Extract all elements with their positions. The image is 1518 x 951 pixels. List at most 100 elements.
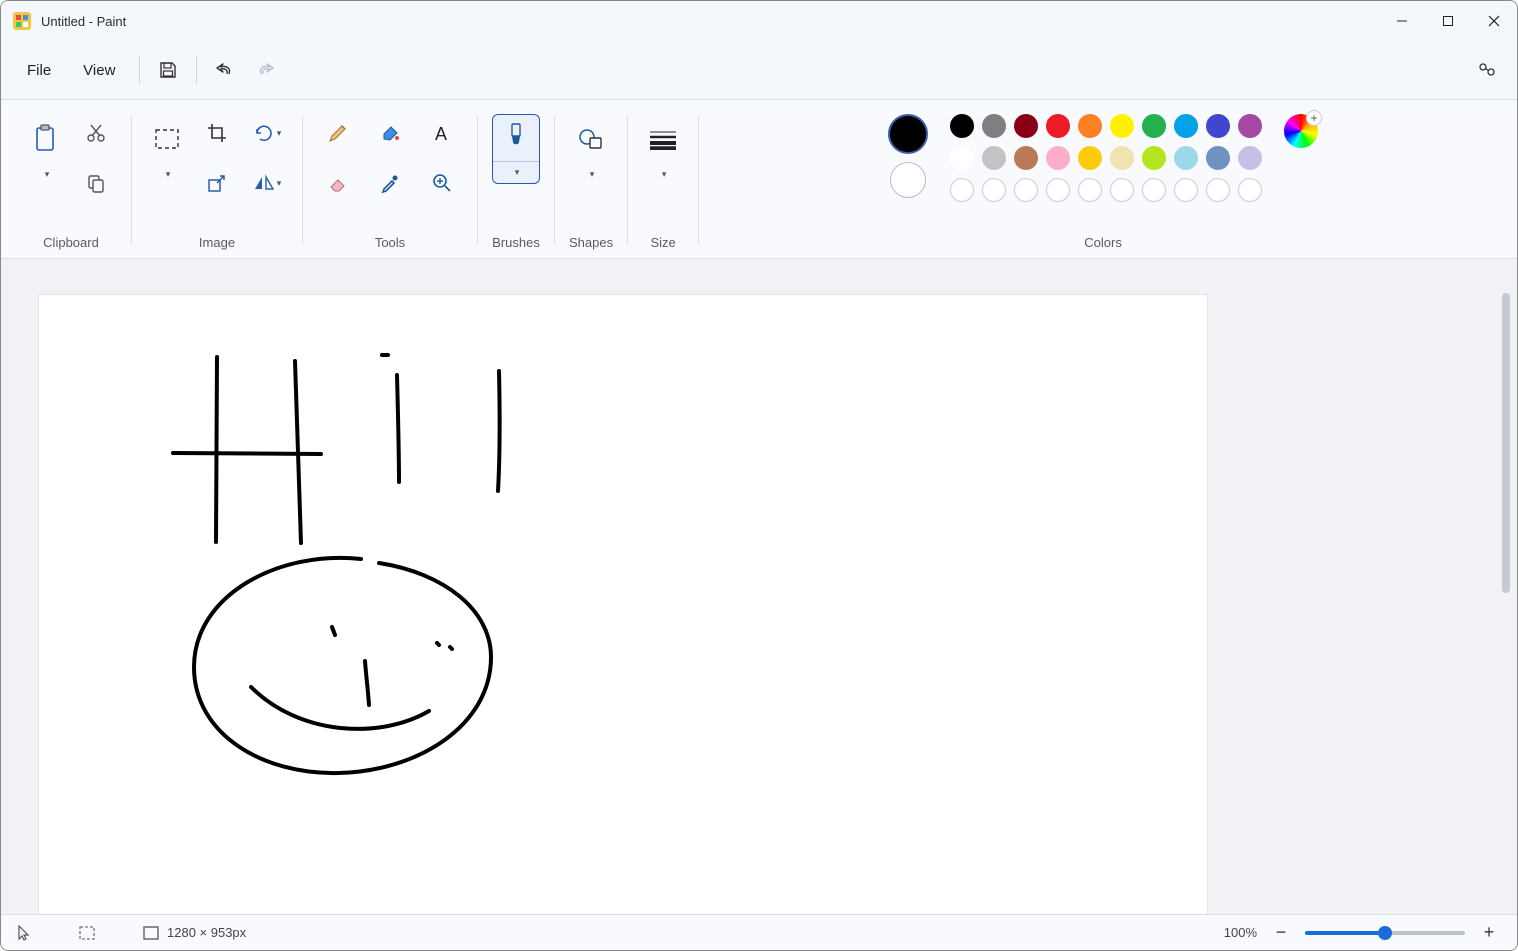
brushes-dropdown[interactable]: ▾ <box>493 161 539 183</box>
custom-color-slot[interactable] <box>1078 178 1102 202</box>
paint-app-icon <box>13 12 31 30</box>
undo-button[interactable] <box>205 50 245 90</box>
color-swatch[interactable] <box>1014 146 1038 170</box>
paste-dropdown[interactable]: ▾ <box>25 164 67 184</box>
color-swatch[interactable] <box>1142 114 1166 138</box>
group-label-image: Image <box>199 235 235 250</box>
color-swatch[interactable] <box>982 146 1006 170</box>
rotate-button[interactable]: ▾ <box>246 114 288 152</box>
menu-file[interactable]: File <box>11 54 67 87</box>
eraser-tool[interactable] <box>317 164 359 202</box>
select-dropdown[interactable]: ▾ <box>146 164 188 184</box>
custom-color-slot[interactable] <box>1046 178 1070 202</box>
custom-color-slot[interactable] <box>982 178 1006 202</box>
text-tool[interactable]: A <box>421 114 463 152</box>
paste-button[interactable] <box>25 114 67 164</box>
scrollbar-thumb[interactable] <box>1502 293 1510 593</box>
color-1[interactable] <box>888 114 928 154</box>
ribbon: ▾ Clipboard <box>1 99 1517 259</box>
color-swatch[interactable] <box>1142 146 1166 170</box>
zoom-in-button[interactable]: + <box>1477 921 1501 945</box>
vertical-scrollbar[interactable] <box>1499 263 1513 904</box>
canvas-size-label: 1280 × 953px <box>167 925 246 940</box>
maximize-button[interactable] <box>1425 1 1471 41</box>
size-dropdown[interactable]: ▾ <box>642 164 684 184</box>
minimize-button[interactable] <box>1379 1 1425 41</box>
redo-button[interactable] <box>245 50 285 90</box>
custom-color-slot[interactable] <box>1238 178 1262 202</box>
custom-color-slot[interactable] <box>1142 178 1166 202</box>
fill-tool[interactable] <box>369 114 411 152</box>
color-swatch[interactable] <box>1174 146 1198 170</box>
color-swatch[interactable] <box>1174 114 1198 138</box>
shapes-button[interactable] <box>570 114 612 164</box>
group-colors: Colors <box>703 110 1503 250</box>
color-palette <box>950 114 1262 202</box>
group-tools: A Tools <box>307 110 473 250</box>
menu-view[interactable]: View <box>67 54 131 87</box>
color-swatch[interactable] <box>1206 146 1230 170</box>
crop-button[interactable] <box>196 114 238 152</box>
cut-button[interactable] <box>75 114 117 152</box>
selection-size <box>79 926 103 940</box>
resize-button[interactable] <box>196 164 238 202</box>
menubar: File View <box>1 41 1517 99</box>
custom-color-slot[interactable] <box>1110 178 1134 202</box>
share-button[interactable] <box>1467 50 1507 90</box>
separator <box>139 56 140 84</box>
zoom-slider[interactable] <box>1305 931 1465 935</box>
group-label-brushes: Brushes <box>492 235 540 250</box>
custom-color-slot[interactable] <box>1014 178 1038 202</box>
group-size: ▾ Size <box>632 110 694 250</box>
select-button[interactable] <box>146 114 188 164</box>
color-2[interactable] <box>890 162 926 198</box>
color-swatch[interactable] <box>1078 146 1102 170</box>
edit-colors-button[interactable] <box>1284 114 1318 148</box>
color-swatch[interactable] <box>950 146 974 170</box>
group-label-colors: Colors <box>1084 235 1122 250</box>
group-shapes: ▾ Shapes <box>559 110 623 250</box>
drawing-content <box>39 295 1207 914</box>
cursor-position <box>17 925 39 941</box>
canvas-size-icon <box>143 926 159 940</box>
color-swatch[interactable] <box>950 114 974 138</box>
canvas-area <box>1 259 1517 914</box>
window-title: Untitled - Paint <box>41 14 126 29</box>
size-button[interactable] <box>642 114 684 164</box>
group-brushes: ▾ Brushes <box>482 110 550 250</box>
group-label-size: Size <box>650 235 675 250</box>
color-swatch[interactable] <box>1046 114 1070 138</box>
group-label-clipboard: Clipboard <box>43 235 99 250</box>
zoom-out-button[interactable]: − <box>1269 921 1293 945</box>
canvas[interactable] <box>39 295 1207 914</box>
close-button[interactable] <box>1471 1 1517 41</box>
color-swatch[interactable] <box>1014 114 1038 138</box>
custom-color-slot[interactable] <box>1206 178 1230 202</box>
canvas-size: 1280 × 953px <box>143 925 246 940</box>
window-controls <box>1379 1 1517 41</box>
zoom-control: 100% − + <box>1224 921 1501 945</box>
color-swatch[interactable] <box>1238 146 1262 170</box>
zoom-label: 100% <box>1224 925 1257 940</box>
separator <box>196 56 197 84</box>
color-swatch[interactable] <box>1078 114 1102 138</box>
color-swatch[interactable] <box>1238 114 1262 138</box>
flip-button[interactable]: ▾ <box>246 164 288 202</box>
color-swatch[interactable] <box>1110 146 1134 170</box>
statusbar: 1280 × 953px 100% − + <box>1 914 1517 950</box>
group-label-tools: Tools <box>375 235 405 250</box>
copy-button[interactable] <box>75 164 117 202</box>
group-clipboard: ▾ Clipboard <box>15 110 127 250</box>
shapes-dropdown[interactable]: ▾ <box>570 164 612 184</box>
color-swatch[interactable] <box>1046 146 1070 170</box>
save-button[interactable] <box>148 50 188 90</box>
color-picker-tool[interactable] <box>369 164 411 202</box>
color-swatch[interactable] <box>1206 114 1230 138</box>
brushes-button[interactable]: ▾ <box>492 114 540 184</box>
color-swatch[interactable] <box>1110 114 1134 138</box>
custom-color-slot[interactable] <box>1174 178 1198 202</box>
custom-color-slot[interactable] <box>950 178 974 202</box>
pencil-tool[interactable] <box>317 114 359 152</box>
color-swatch[interactable] <box>982 114 1006 138</box>
magnifier-tool[interactable] <box>421 164 463 202</box>
